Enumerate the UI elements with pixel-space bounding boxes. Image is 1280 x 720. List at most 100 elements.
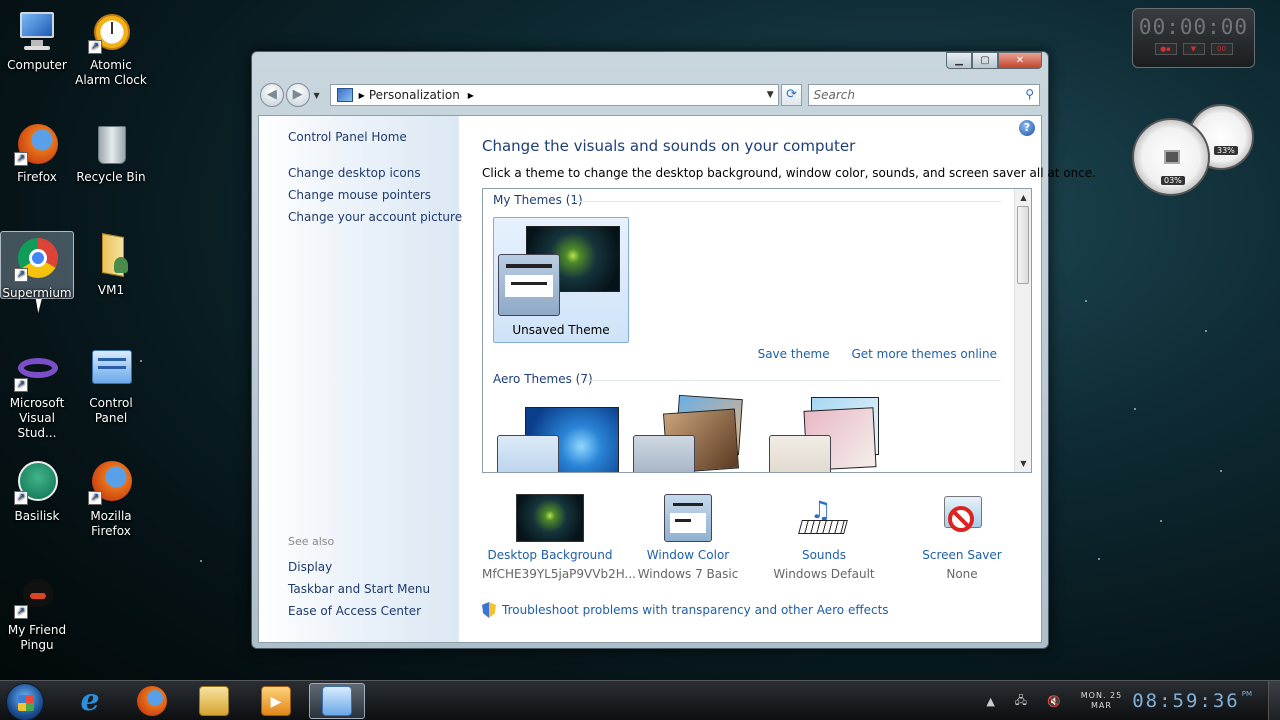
desktop-icon-visual-studio[interactable]: ↗ Microsoft Visual Stud... [0,346,74,441]
desktop-icon-control-panel[interactable]: Control Panel [74,346,148,426]
sounds-label[interactable]: Sounds [756,548,892,562]
main-content: Change the visuals and sounds on your co… [482,116,1096,642]
desktop-background-label[interactable]: Desktop Background [482,548,618,562]
window-color-label[interactable]: Window Color [620,548,756,562]
pingu-icon: ↗ [14,573,60,619]
maximize-button[interactable]: ▢ [972,52,998,69]
theme-name: Unsaved Theme [512,323,610,337]
theme-architecture[interactable] [629,394,765,472]
theme-unsaved[interactable]: Unsaved Theme [493,217,629,343]
desktop-icon-label: Recycle Bin [76,170,146,184]
troubleshoot-text[interactable]: Troubleshoot problems with transparency … [502,603,889,617]
alarm-clock-icon: ↗ [88,8,134,54]
firefox-icon [137,686,167,716]
scroll-up-button[interactable]: ▲ [1015,189,1031,206]
firefox-icon: ↗ [88,459,134,505]
show-hidden-icons-button[interactable]: ▲ [986,695,994,708]
sounds-item[interactable]: ♫ Sounds Windows Default [756,494,892,581]
computer-icon [14,8,60,54]
screen-saver-item[interactable]: Screen Saver None [894,494,1030,581]
themes-list: My Themes (1) Unsaved Theme Save theme G… [482,188,1032,473]
desktop-background-value: MfCHE39YL5jaP9VVb2H... [482,567,636,581]
volume-icon[interactable]: 🔇 [1047,695,1061,708]
window-color-item[interactable]: Window Color Windows 7 Basic [620,494,756,581]
taskbar-control-panel[interactable] [309,683,365,719]
show-desktop-button[interactable] [1268,681,1280,720]
search-input[interactable]: Search ⚲ [808,84,1040,106]
change-desktop-icons-link[interactable]: Change desktop icons [288,166,459,180]
stopwatch-record-button[interactable]: ●▪ [1154,43,1177,55]
stopwatch-time: 00:00:00 [1138,15,1249,39]
control-panel-home-link[interactable]: Control Panel Home [288,130,459,144]
close-button[interactable]: ✕ [998,52,1042,69]
screen-saver-value: None [946,567,978,581]
desktop-icon-label: My Friend Pingu [7,623,67,652]
address-bar[interactable]: ▶ Personalization ▶ ▼ [329,84,779,106]
scroll-down-button[interactable]: ▼ [1015,455,1031,472]
display-link[interactable]: Display [288,560,430,574]
folder-icon [199,686,229,716]
change-mouse-pointers-link[interactable]: Change mouse pointers [288,188,459,202]
scroll-thumb[interactable] [1017,206,1029,284]
see-also-heading: See also [288,535,335,548]
chrome-icon: ↗ [14,236,60,282]
desktop-icon-firefox[interactable]: ↗ Firefox [0,120,74,185]
recent-pages-dropdown[interactable]: ▼ [314,91,320,100]
desktop-icon-recycle-bin[interactable]: Recycle Bin [74,120,148,185]
tray-date[interactable]: MON. 25 MAR [1081,691,1122,711]
save-theme-link[interactable]: Save theme [758,347,830,361]
network-icon[interactable]: 🖧 [1015,692,1027,711]
stopwatch-reset-button[interactable]: 00 [1210,43,1233,55]
desktop-icon-mozilla-firefox[interactable]: ↗ Mozilla Firefox [74,459,148,539]
shield-icon [482,602,496,618]
forward-button[interactable]: ▶ [285,83,310,107]
cpu-meter-gadget[interactable]: 03% [1132,118,1210,196]
window-color-value: Windows 7 Basic [637,567,739,581]
minimize-button[interactable]: ▁ [946,52,972,69]
breadcrumb-personalization[interactable]: Personalization [369,88,460,102]
start-button[interactable] [6,683,44,720]
get-more-themes-link[interactable]: Get more themes online [851,347,997,361]
stopwatch-start-button[interactable]: ▼ [1182,43,1205,55]
taskbar-internet-explorer[interactable]: e [62,683,118,719]
desktop-icon-computer[interactable]: Computer [0,8,74,73]
desktop-icon-atomic-alarm-clock[interactable]: ↗ Atomic Alarm Clock [74,8,148,88]
desktop-background-thumb [516,494,584,542]
desktop-icon-vm1[interactable]: VM1 [74,233,148,298]
taskbar-start-menu-link[interactable]: Taskbar and Start Menu [288,582,430,596]
desktop-background-item[interactable]: Desktop Background MfCHE39YL5jaP9VVb2H..… [482,494,636,581]
theme-window-preview [769,435,831,472]
cpu-percent: 03% [1161,176,1185,185]
back-button[interactable]: ◀ [260,83,284,107]
desktop-icon-label: Control Panel [89,396,133,425]
themes-scrollbar[interactable]: ▲ ▼ [1014,189,1031,472]
desktop-icon-label: Basilisk [14,509,60,523]
desktop-icon-my-friend-pingu[interactable]: ↗ My Friend Pingu [0,573,74,653]
taskbar-media-player[interactable]: ▶ [248,683,304,719]
stopwatch-gadget[interactable]: 00:00:00 ●▪ ▼ 00 [1132,8,1255,68]
visual-studio-icon: ↗ [14,346,60,392]
address-dropdown-icon[interactable]: ▼ [767,90,774,100]
refresh-button[interactable]: ⟳ [780,84,803,106]
desktop-icon-label: Computer [7,58,67,72]
desktop-icon-supermium[interactable]: ↗ Supermium [0,231,74,300]
tray-clock[interactable]: 08:59:36 [1132,690,1240,712]
search-icon[interactable]: ⚲ [1025,87,1034,101]
taskbar-file-explorer[interactable] [186,683,242,719]
control-panel-icon [322,686,352,716]
change-account-picture-link[interactable]: Change your account picture [288,210,462,224]
troubleshoot-link[interactable]: Troubleshoot problems with transparency … [482,602,889,618]
firefox-icon: ↗ [14,120,60,166]
ease-of-access-link[interactable]: Ease of Access Center [288,604,430,618]
desktop-icon-label: Atomic Alarm Clock [75,58,147,87]
screen-saver-label[interactable]: Screen Saver [894,548,1030,562]
theme-windows-7[interactable] [493,399,629,472]
taskbar-firefox[interactable] [124,683,180,719]
window-color-icon [664,494,712,542]
desktop-icon-basilisk[interactable]: ↗ Basilisk [0,459,74,524]
system-tray: ▲ 🖧 🔇 MON. 25 MAR 08:59:36 PM [976,681,1280,720]
page-title: Change the visuals and sounds on your co… [482,137,856,155]
theme-characters[interactable] [765,397,901,472]
screen-saver-icon [928,494,996,542]
aero-themes-heading: Aero Themes (7) [493,372,593,386]
